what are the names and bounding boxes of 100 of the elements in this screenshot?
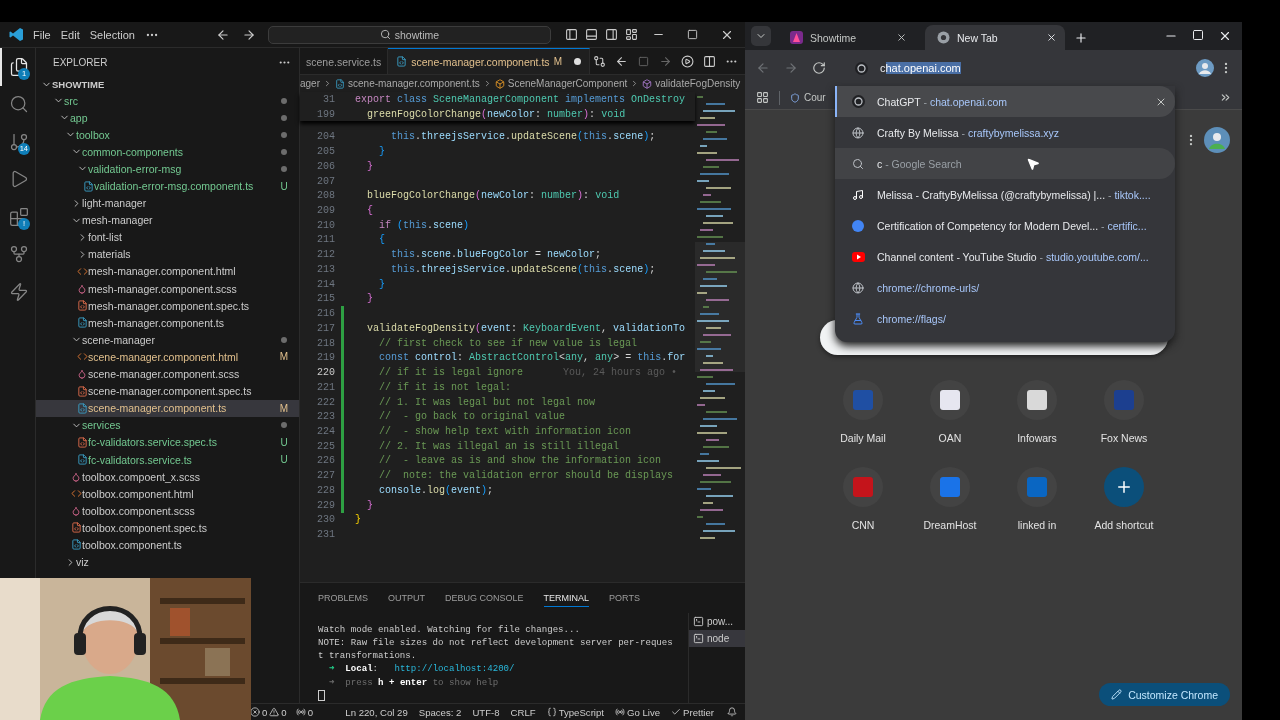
- compare-icon[interactable]: [593, 54, 607, 68]
- tree-item[interactable]: mesh-manager.component.ts: [36, 314, 299, 332]
- suggestion-item[interactable]: c - Google Search: [835, 148, 1175, 179]
- tree-item[interactable]: materials: [36, 245, 299, 263]
- tree-item[interactable]: scene-manager.component.html M: [36, 348, 299, 366]
- tree-item[interactable]: scene-manager: [36, 331, 299, 349]
- suggestion-item[interactable]: Channel content - YouTube Studio - studio.youtube.com/...: [835, 241, 1175, 272]
- back-arrow-icon[interactable]: [215, 27, 230, 42]
- tree-item[interactable]: fc-validators.service.spec.ts U: [36, 433, 299, 451]
- tree-item[interactable]: scene-manager.component.spec.ts: [36, 382, 299, 400]
- chevrons-right-icon[interactable]: [1219, 91, 1232, 104]
- tree-item[interactable]: common-components: [36, 143, 299, 161]
- files-icon[interactable]: [8, 56, 29, 77]
- blocks-icon[interactable]: [8, 206, 29, 227]
- forward-arrow-icon[interactable]: [241, 27, 256, 42]
- tree-item[interactable]: viz: [36, 553, 299, 571]
- tree-item[interactable]: validation-error-msg.component.ts U: [36, 177, 299, 195]
- menu-item[interactable]: Edit: [55, 26, 85, 43]
- panel-tab[interactable]: OUTPUT: [388, 589, 425, 607]
- customize-button[interactable]: Customize Chrome: [1099, 683, 1230, 706]
- tree-item[interactable]: scene-manager.component.scss: [36, 365, 299, 383]
- play-circle-icon[interactable]: [681, 54, 695, 68]
- tree-item[interactable]: font-list: [36, 228, 299, 246]
- close-icon[interactable]: [1218, 29, 1232, 43]
- reload-icon[interactable]: [812, 61, 826, 75]
- menu-item[interactable]: File: [28, 26, 56, 43]
- editor-tab[interactable]: scene-manager.component.ts M: [388, 48, 590, 74]
- new-tab-icon[interactable]: [1074, 31, 1088, 45]
- panel-left-icon[interactable]: [564, 28, 578, 41]
- tree-item[interactable]: mesh-manager.component.spec.ts: [36, 297, 299, 315]
- lightning-icon[interactable]: [8, 281, 29, 302]
- branch-icon[interactable]: [8, 131, 29, 152]
- suggestion-item[interactable]: chrome://chrome-urls/: [835, 272, 1175, 303]
- browser-tab[interactable]: Showtime: [778, 25, 915, 50]
- status-item[interactable]: Ln 220, Col 29: [345, 706, 408, 718]
- split-editor-icon[interactable]: [703, 54, 717, 68]
- shortcut-tile[interactable]: Fox News: [1080, 380, 1168, 467]
- breadcrumb-item[interactable]: SceneManagerComponent: [494, 78, 628, 89]
- arrow-right-icon[interactable]: [659, 54, 673, 68]
- close-icon[interactable]: [1046, 32, 1057, 43]
- breadcrumb-item[interactable]: validateFogDensity: [642, 78, 741, 89]
- menu-item[interactable]: Selection: [84, 26, 140, 43]
- panel-bottom-icon[interactable]: [584, 28, 598, 41]
- tree-item[interactable]: fc-validators.service.ts U: [36, 450, 299, 469]
- panel-right-icon[interactable]: [604, 28, 618, 41]
- status-item[interactable]: TypeScript: [546, 706, 604, 718]
- tree-item[interactable]: mesh-manager.component.scss: [36, 280, 299, 298]
- suggestion-item[interactable]: Certification of Competency for Modern Devel... - certific...: [835, 210, 1175, 241]
- status-item[interactable]: Go Live: [615, 706, 661, 718]
- tree-item[interactable]: toolbox.component.scss: [36, 502, 299, 520]
- tree-item[interactable]: mesh-manager: [36, 211, 299, 229]
- arrow-left-icon[interactable]: [615, 54, 629, 68]
- apps-icon[interactable]: [756, 91, 769, 104]
- shortcut-tile[interactable]: OAN: [906, 380, 994, 467]
- breadcrumb-item[interactable]: scene-manager.component.ts: [335, 78, 480, 89]
- problems-status[interactable]: 0 0: [250, 706, 287, 718]
- maximize-icon[interactable]: [686, 29, 698, 40]
- layout-icon[interactable]: [624, 28, 638, 41]
- fork-icon[interactable]: [8, 244, 29, 265]
- tree-item[interactable]: services: [36, 416, 299, 434]
- close-icon[interactable]: [896, 32, 907, 43]
- tree-item[interactable]: toolbox.component.html: [36, 485, 299, 503]
- browser-tab[interactable]: New Tab: [925, 25, 1065, 50]
- square-icon[interactable]: [638, 55, 650, 67]
- tree-item[interactable]: mesh-manager.component.html: [36, 262, 299, 281]
- maximize-icon[interactable]: [1192, 29, 1204, 41]
- shortcut-tile[interactable]: Add shortcut: [1080, 467, 1168, 554]
- shortcut-tile[interactable]: linked in: [993, 467, 1081, 554]
- terminal-item[interactable]: pow...: [689, 613, 745, 630]
- tree-item[interactable]: light-manager: [36, 194, 299, 212]
- workspace-root[interactable]: SHOWTIME: [36, 76, 299, 92]
- shortcut-tile[interactable]: Daily Mail: [819, 380, 907, 467]
- tree-item[interactable]: toolbox.component.ts: [36, 536, 299, 554]
- panel-tab[interactable]: PROBLEMS: [318, 589, 368, 607]
- terminal-item[interactable]: node: [689, 630, 745, 647]
- search-icon[interactable]: [8, 94, 29, 115]
- avatar-icon[interactable]: [1204, 127, 1230, 153]
- shortcut-tile[interactable]: Infowars: [993, 380, 1081, 467]
- status-item[interactable]: Spaces: 2: [418, 706, 462, 718]
- panel-tab[interactable]: PORTS: [609, 589, 640, 607]
- tree-item[interactable]: toolbox.component.spec.ts: [36, 519, 299, 537]
- tree-item[interactable]: toolbox.compoent_x.scss: [36, 468, 299, 486]
- panel-tab[interactable]: DEBUG CONSOLE: [445, 589, 524, 607]
- suggestion-item[interactable]: ChatGPT - chat.openai.com: [835, 86, 1175, 117]
- status-item[interactable]: Prettier: [671, 706, 714, 718]
- shortcut-tile[interactable]: CNN: [819, 467, 907, 554]
- suggestion-item[interactable]: Crafty By Melissa - craftybymelissa.xyz: [835, 117, 1175, 148]
- bookmark-item[interactable]: Cour: [790, 92, 826, 103]
- avatar-icon[interactable]: [1196, 59, 1214, 77]
- ports-status[interactable]: 0: [295, 706, 314, 718]
- panel-tab[interactable]: TERMINAL: [543, 589, 590, 607]
- bell-icon[interactable]: [727, 707, 737, 717]
- breadcrumb-item[interactable]: ager: [300, 78, 320, 89]
- status-item[interactable]: UTF-8: [472, 706, 500, 718]
- shortcut-tile[interactable]: DreamHost: [906, 467, 994, 554]
- suggestion-item[interactable]: Melissa - CraftyByMelissa (@craftybymelissa) |... - tiktok....: [835, 179, 1175, 210]
- tree-item[interactable]: validation-error-msg: [36, 160, 299, 178]
- suggestion-item[interactable]: chrome://flags/: [835, 303, 1175, 334]
- tree-item[interactable]: toolbox: [36, 126, 299, 144]
- tab-search-button[interactable]: [751, 26, 771, 46]
